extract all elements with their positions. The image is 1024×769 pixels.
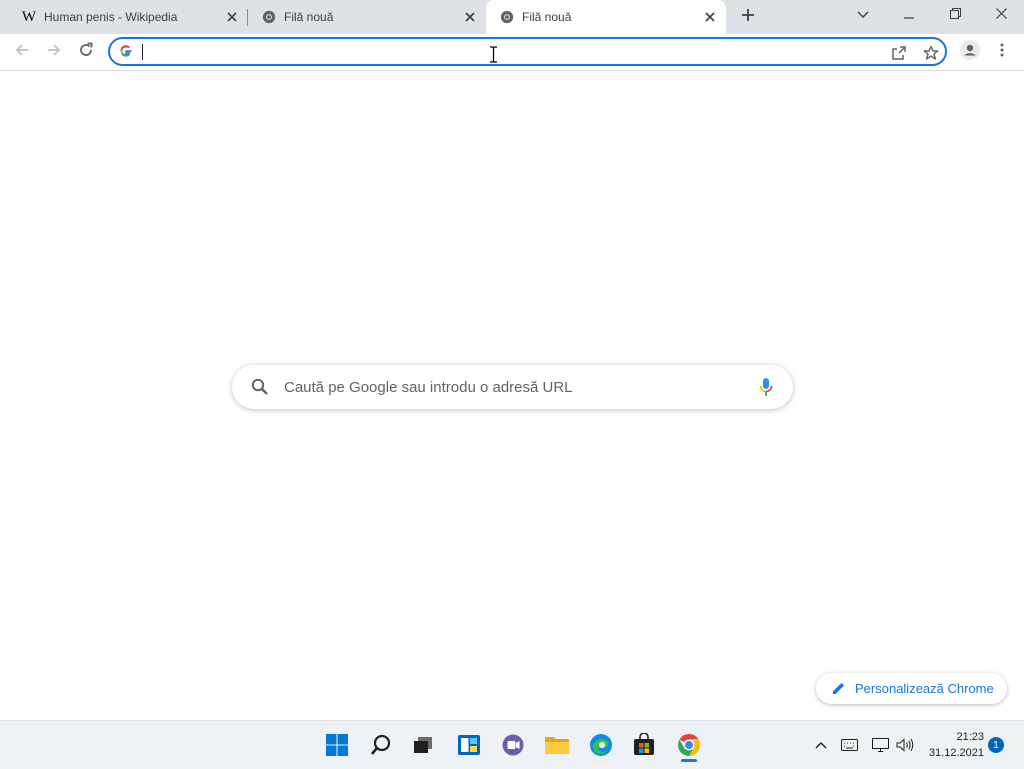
chrome-icon (499, 9, 515, 25)
tab-new-tab-1[interactable]: Filă nouă (248, 0, 486, 34)
bookmark-star-icon[interactable] (921, 43, 941, 63)
close-window-button[interactable] (978, 0, 1024, 30)
google-icon (119, 44, 133, 63)
close-icon (995, 6, 1007, 24)
forward-button[interactable] (40, 38, 68, 66)
windows-start-icon[interactable] (321, 729, 353, 761)
restore-button[interactable] (932, 0, 978, 30)
share-icon[interactable] (889, 43, 909, 63)
tab-title: Filă nouă (284, 10, 334, 24)
file-explorer-icon[interactable] (541, 729, 573, 761)
address-input[interactable] (140, 42, 880, 61)
close-tab-icon[interactable] (702, 9, 718, 25)
profile-button[interactable] (956, 38, 984, 66)
reload-button[interactable] (72, 38, 100, 66)
new-tab-button[interactable] (734, 3, 762, 31)
ntp-search-box[interactable]: Caută pe Google sau introdu o adresă URL (232, 365, 793, 409)
customize-chrome-button[interactable]: Personalizează Chrome (816, 673, 1007, 704)
store-icon[interactable] (628, 729, 660, 761)
tab-wikipedia[interactable]: W Human penis - Wikipedia (8, 0, 248, 34)
arrow-left-icon (14, 42, 30, 63)
teams-chat-icon[interactable] (497, 729, 529, 761)
task-view-icon[interactable] (407, 729, 439, 761)
chrome-icon[interactable] (673, 729, 705, 761)
arrow-right-icon (46, 42, 62, 63)
tab-search-button[interactable] (840, 0, 886, 30)
kebab-menu-icon (1000, 43, 1004, 62)
clock[interactable]: 21:23 31.12.2021 (926, 729, 984, 761)
search-placeholder: Caută pe Google sau introdu o adresă URL (284, 379, 573, 396)
notification-badge[interactable]: 1 (988, 737, 1004, 753)
edge-icon[interactable] (585, 729, 617, 761)
search-icon (250, 377, 270, 402)
network-icon[interactable] (869, 735, 891, 755)
tab-title: Human penis - Wikipedia (44, 10, 178, 24)
keyboard-icon[interactable] (838, 735, 860, 755)
clock-time: 21:23 (956, 731, 984, 743)
chevron-down-icon (857, 6, 869, 24)
minimize-icon (904, 6, 914, 24)
reload-icon (78, 42, 94, 63)
browser-toolbar (0, 34, 1024, 71)
clock-date: 31.12.2021 (928, 747, 984, 759)
plus-icon (741, 8, 755, 27)
chrome-icon (261, 9, 277, 25)
running-indicator (681, 759, 697, 762)
avatar (960, 39, 980, 65)
text-cursor-icon (489, 46, 498, 68)
minimize-button[interactable] (886, 0, 932, 30)
volume-icon[interactable] (894, 735, 916, 755)
close-tab-icon[interactable] (224, 9, 240, 25)
tab-strip: W Human penis - Wikipedia Filă nouă Filă… (0, 0, 1024, 34)
search-icon[interactable] (365, 729, 397, 761)
address-bar[interactable] (108, 37, 947, 66)
chevron-up-icon (815, 736, 827, 754)
tab-new-tab-active[interactable]: Filă nouă (486, 0, 726, 34)
tab-title: Filă nouă (522, 10, 572, 24)
pencil-icon (832, 681, 846, 700)
taskbar: 21:23 31.12.2021 1 (0, 720, 1024, 769)
wikipedia-icon: W (21, 8, 37, 25)
back-button[interactable] (8, 38, 36, 66)
restore-icon (949, 6, 961, 24)
show-hidden-icons-button[interactable] (810, 735, 832, 755)
widgets-icon[interactable] (453, 729, 485, 761)
close-tab-icon[interactable] (462, 9, 478, 25)
menu-button[interactable] (988, 38, 1016, 66)
microphone-icon[interactable] (759, 377, 773, 402)
customize-label: Personalizează Chrome (855, 681, 994, 696)
text-caret (142, 44, 143, 60)
